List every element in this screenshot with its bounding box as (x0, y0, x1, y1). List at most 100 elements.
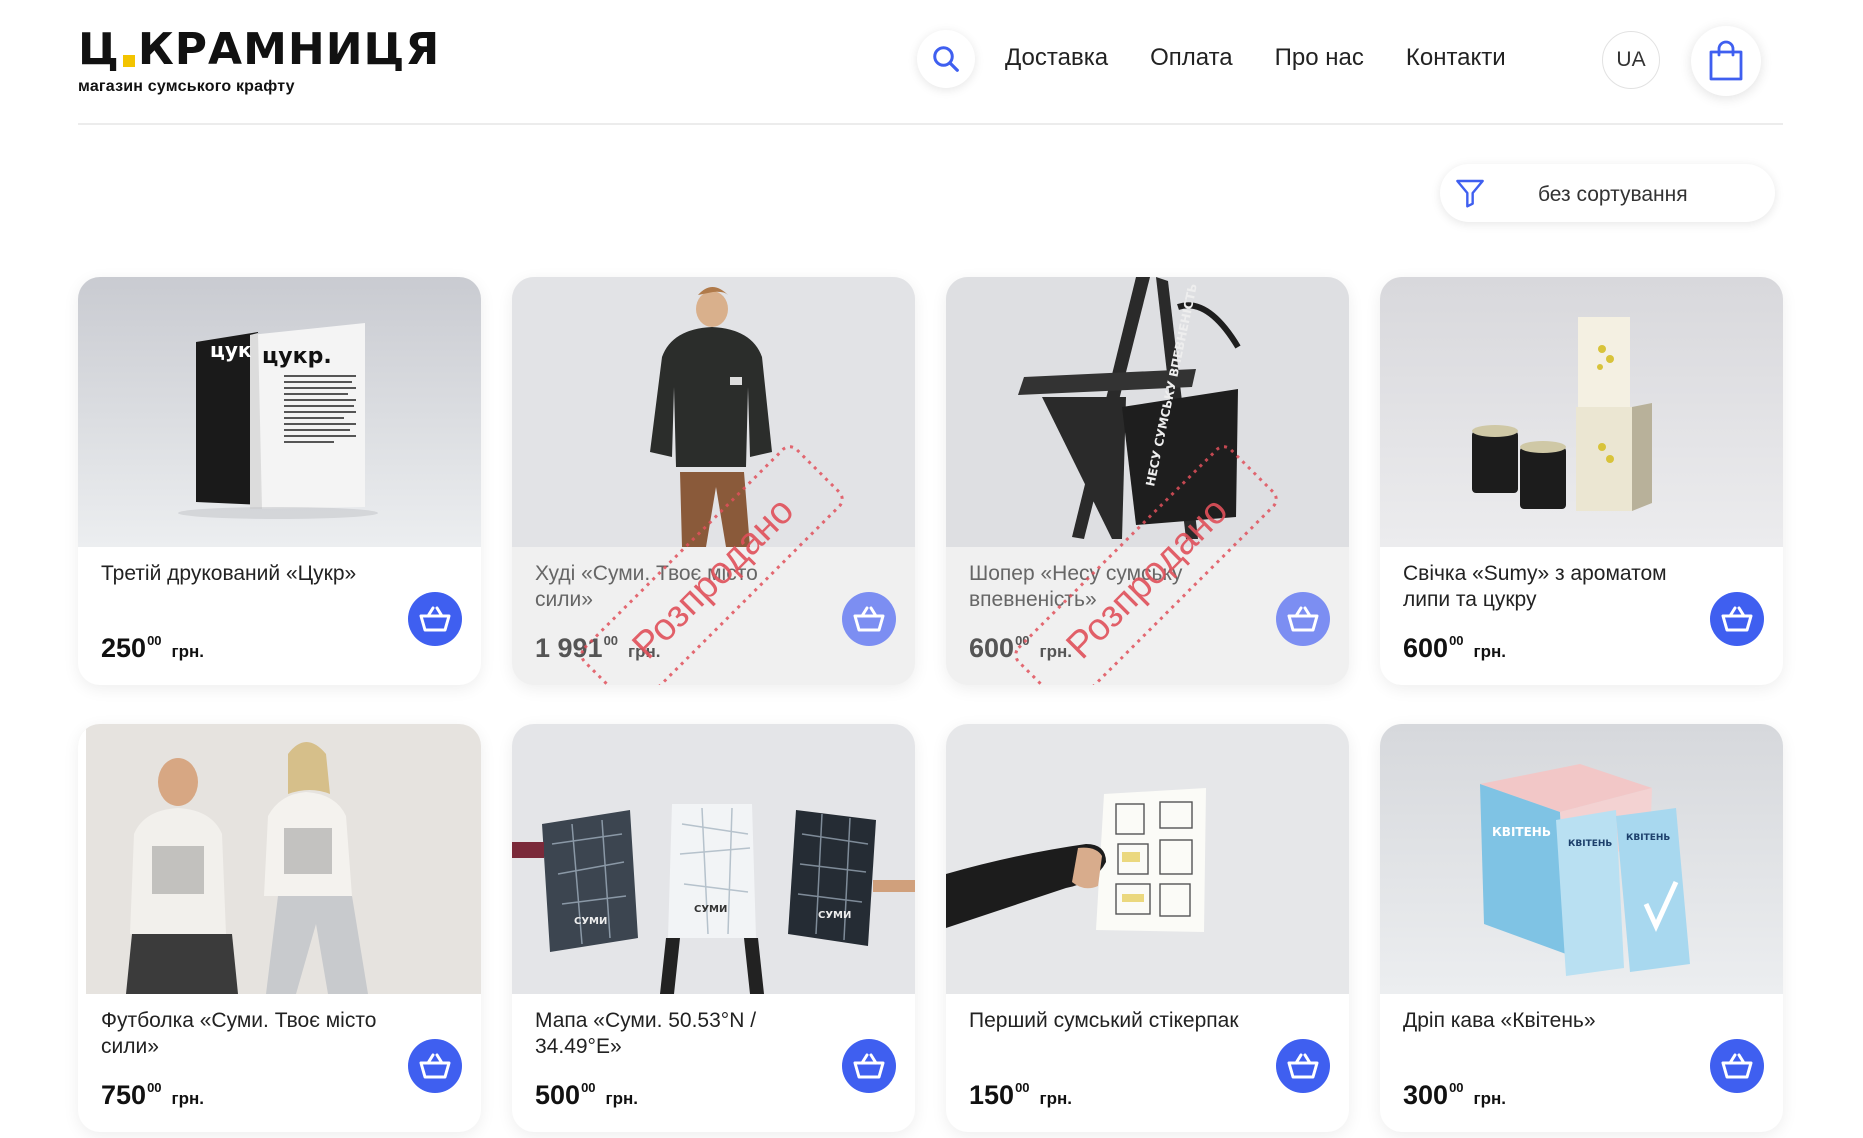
svg-text:КВІТЕНЬ: КВІТЕНЬ (1568, 839, 1612, 849)
price-currency: грн. (171, 642, 204, 661)
price-currency: грн. (1039, 642, 1072, 661)
price-cents: 00 (147, 1080, 162, 1095)
price-value: 150 (969, 1080, 1015, 1110)
product-price: 250 00 грн. (101, 633, 204, 664)
site-header: Ц КРАМНИЦЯ магазин сумського крафту Доста… (78, 0, 1783, 125)
svg-text:КВІТЕНЬ: КВІТЕНЬ (1492, 825, 1551, 839)
price-cents: 00 (1449, 633, 1464, 648)
logo-letter: Ц (78, 24, 120, 75)
price-currency: грн. (171, 1089, 204, 1108)
product-card[interactable]: КВІТЕНЬ КВІТЕНЬ КВІТЕНЬ Дріп кава «Квіте… (1380, 724, 1783, 1132)
shopping-bag-icon (1709, 40, 1743, 81)
basket-icon (853, 606, 885, 632)
product-title: Свічка «Sumy» з ароматом липи та цукру (1403, 562, 1667, 611)
product-grid: цук цукр. Третій друкований «Цукр» 250 0… (78, 277, 1784, 1132)
price-currency: грн. (628, 642, 661, 661)
basket-icon (1721, 1053, 1753, 1079)
svg-text:СУМИ: СУМИ (694, 904, 727, 915)
price-currency: грн. (1473, 642, 1506, 661)
add-to-cart-button[interactable] (1276, 592, 1330, 646)
product-title: Худі «Суми. Твоє місто сили» (535, 562, 758, 611)
logo-wordmark: Ц КРАМНИЦЯ (78, 28, 440, 72)
hoodie-image (512, 277, 915, 547)
product-card[interactable]: Футболка «Суми. Твоє місто сили» 750 00 … (78, 724, 481, 1132)
nav-payment[interactable]: Оплата (1150, 44, 1233, 72)
tshirt-couple-image (78, 724, 481, 994)
product-card[interactable]: Свічка «Sumy» з ароматом липи та цукру 6… (1380, 277, 1783, 685)
nav-delivery[interactable]: Доставка (1005, 44, 1108, 72)
add-to-cart-button[interactable] (842, 1039, 896, 1093)
city-maps-image: СУМИ СУМИ СУМИ (512, 724, 915, 994)
price-cents: 00 (1015, 1080, 1030, 1095)
price-value: 1 991 (535, 633, 603, 663)
book-cukr-image: цук цукр. (78, 277, 481, 547)
product-card[interactable]: НЕСУ СУМСЬКУ ВПЕВНЕНІСТЬ Шопер «Несу сум… (946, 277, 1349, 685)
sort-label: без сортування (1538, 183, 1688, 206)
language-switcher[interactable]: UA (1602, 31, 1660, 89)
product-title: Третій друкований «Цукр» (101, 562, 357, 585)
add-to-cart-button[interactable] (408, 1039, 462, 1093)
price-cents: 00 (603, 633, 619, 648)
price-cents: 00 (147, 633, 162, 648)
price-currency: грн. (1039, 1089, 1072, 1108)
price-currency: грн. (605, 1089, 638, 1108)
nav-about[interactable]: Про нас (1275, 44, 1364, 72)
product-price: 750 00 грн. (101, 1080, 204, 1111)
product-price: 1 991 00 грн. (535, 633, 661, 664)
product-card[interactable]: Худі «Суми. Твоє місто сили» 1 991 00 гр… (512, 277, 915, 685)
candles-image (1380, 277, 1783, 547)
product-card[interactable]: цук цукр. Третій друкований «Цукр» 250 0… (78, 277, 481, 685)
basket-icon (419, 606, 451, 632)
stickerpack-image (946, 724, 1349, 994)
price-cents: 00 (1449, 1080, 1464, 1095)
price-value: 500 (535, 1080, 581, 1110)
product-card[interactable]: СУМИ СУМИ СУМИ Мапа «Суми. 50.53°N / 34.… (512, 724, 915, 1132)
svg-text:цукр.: цукр. (262, 344, 332, 369)
price-value: 250 (101, 633, 147, 663)
basket-icon (1287, 1053, 1319, 1079)
main-nav: Доставка Оплата Про нас Контакти (1005, 44, 1506, 72)
search-button[interactable] (917, 30, 975, 88)
add-to-cart-button[interactable] (1276, 1039, 1330, 1093)
product-price: 600 00 грн. (969, 633, 1072, 664)
price-value: 600 (969, 633, 1015, 663)
search-icon (933, 46, 959, 72)
add-to-cart-button[interactable] (1710, 1039, 1764, 1093)
price-value: 300 (1403, 1080, 1449, 1110)
price-cents: 00 (581, 1080, 596, 1095)
sort-dropdown[interactable]: без сортування (1440, 164, 1775, 222)
product-price: 150 00 грн. (969, 1080, 1072, 1111)
svg-text:СУМИ: СУМИ (818, 910, 851, 921)
site-logo[interactable]: Ц КРАМНИЦЯ магазин сумського крафту (78, 28, 440, 96)
product-title: Дріп кава «Квітень» (1403, 1009, 1596, 1032)
svg-text:КВІТЕНЬ: КВІТЕНЬ (1626, 833, 1670, 843)
product-price: 600 00 грн. (1403, 633, 1506, 664)
price-value: 600 (1403, 633, 1449, 663)
product-title: Шопер «Несу сумську впевненість» (969, 562, 1183, 611)
price-value: 750 (101, 1080, 147, 1110)
add-to-cart-button[interactable] (1710, 592, 1764, 646)
tote-bag-chair-image: НЕСУ СУМСЬКУ ВПЕВНЕНІСТЬ (946, 277, 1349, 547)
basket-icon (853, 1053, 885, 1079)
drip-coffee-image: КВІТЕНЬ КВІТЕНЬ КВІТЕНЬ (1380, 724, 1783, 994)
product-title: Футболка «Суми. Твоє місто сили» (101, 1009, 377, 1058)
product-price: 300 00 грн. (1403, 1080, 1506, 1111)
add-to-cart-button[interactable] (842, 592, 896, 646)
price-currency: грн. (1473, 1089, 1506, 1108)
nav-contacts[interactable]: Контакти (1406, 44, 1506, 72)
add-to-cart-button[interactable] (408, 592, 462, 646)
product-title: Перший сумський стікерпак (969, 1009, 1239, 1032)
product-title: Мапа «Суми. 50.53°N / 34.49°E» (535, 1009, 757, 1058)
logo-name: КРАМНИЦЯ (137, 24, 441, 75)
basket-icon (1287, 606, 1319, 632)
svg-text:цук: цук (210, 338, 252, 362)
product-card[interactable]: Перший сумський стікерпак 150 00 грн. (946, 724, 1349, 1132)
basket-icon (419, 1053, 451, 1079)
logo-tagline: магазин сумського крафту (78, 78, 295, 95)
price-cents: 00 (1015, 633, 1030, 648)
cart-button[interactable] (1691, 26, 1761, 96)
product-price: 500 00 грн. (535, 1080, 638, 1111)
filter-icon (1456, 179, 1484, 208)
logo-dot (122, 55, 135, 67)
basket-icon (1721, 606, 1753, 632)
